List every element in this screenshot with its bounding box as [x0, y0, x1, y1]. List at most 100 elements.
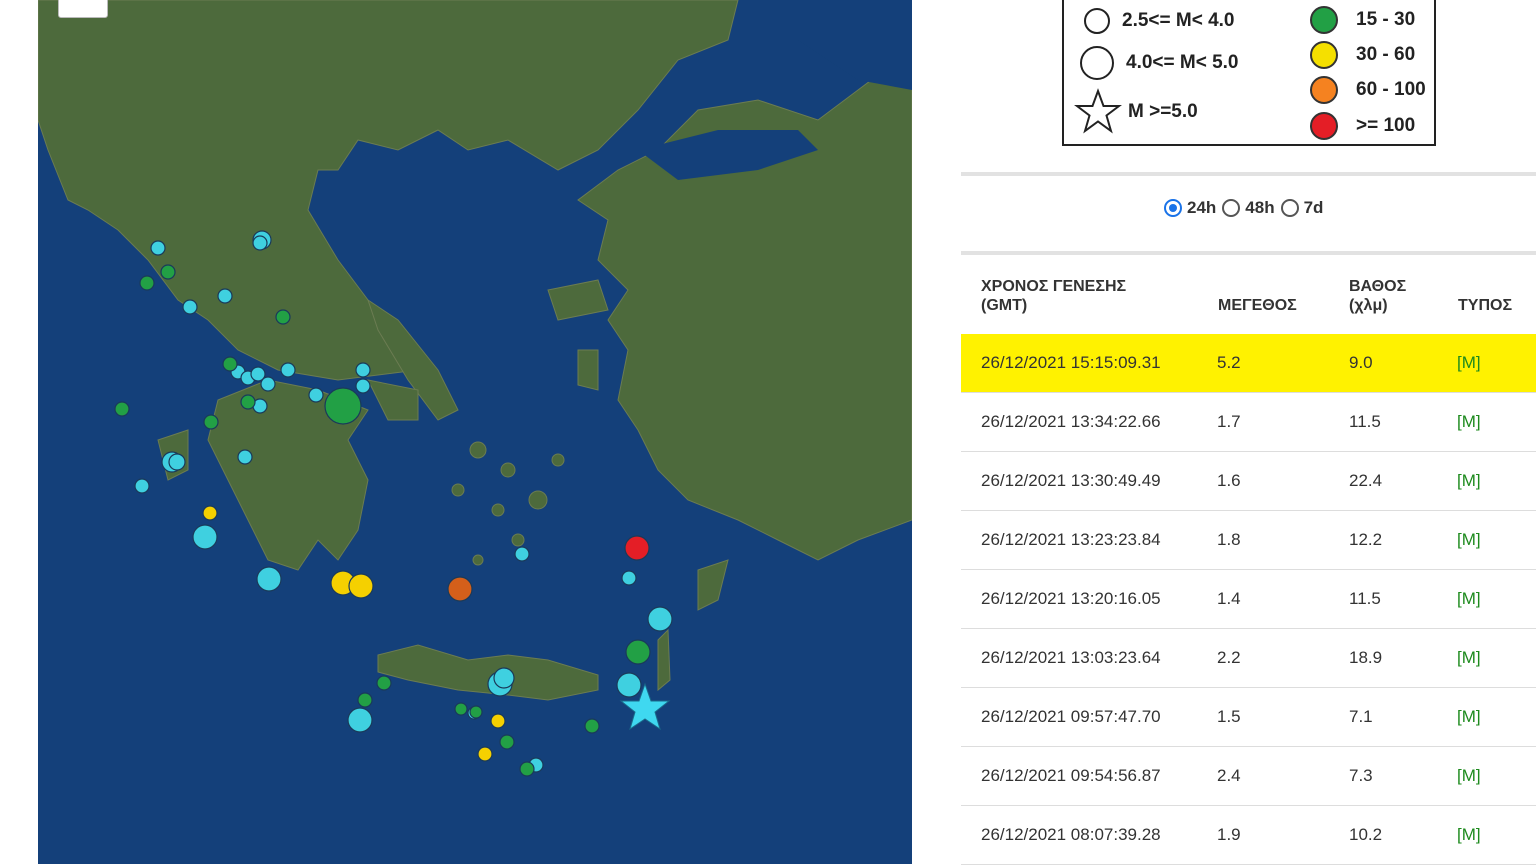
cell-type[interactable]: [M] — [1457, 747, 1481, 805]
radio-48h[interactable]: 48h — [1222, 198, 1275, 218]
table-row[interactable]: 26/12/2021 13:30:49.49 1.6 22.4 [M] — [961, 452, 1536, 511]
cell-time: 26/12/2021 13:30:49.49 — [981, 471, 1161, 490]
legend-label: 2.5<= M< 4.0 — [1122, 10, 1235, 31]
cell-type[interactable]: [M] — [1457, 629, 1481, 687]
quake-marker[interactable] — [203, 414, 219, 430]
legend-label: 4.0<= M< 5.0 — [1126, 52, 1239, 73]
map-canvas[interactable] — [38, 0, 912, 864]
quake-marker[interactable] — [192, 524, 218, 550]
cell-type[interactable]: [M] — [1457, 393, 1481, 451]
cell-type[interactable]: [M] — [1457, 511, 1481, 569]
quake-marker[interactable] — [240, 394, 256, 410]
cell-type[interactable]: [M] — [1457, 452, 1481, 510]
divider — [961, 172, 1536, 176]
cell-type[interactable]: [M] — [1457, 570, 1481, 628]
table-header: ΧΡΟΝΟΣ ΓΕΝΕΣΗΣ (GMT) ΜΕΓΕΘΟΣ ΒΑΘΟΣ (χλμ)… — [961, 256, 1536, 334]
quake-marker[interactable] — [280, 362, 296, 378]
quake-marker[interactable] — [355, 378, 371, 394]
quake-marker[interactable] — [252, 235, 268, 251]
quake-marker[interactable] — [616, 672, 642, 698]
cell-depth: 12.2 — [1349, 530, 1383, 549]
quake-marker[interactable] — [260, 376, 276, 392]
cell-type[interactable]: [M] — [1457, 806, 1481, 864]
header-type[interactable]: ΤΥΠΟΣ — [1458, 296, 1512, 315]
quake-marker[interactable] — [454, 702, 468, 716]
quake-marker[interactable] — [514, 546, 530, 562]
quake-marker[interactable] — [447, 576, 473, 602]
radio-unchecked-icon[interactable] — [1280, 199, 1299, 217]
radio-checked-icon[interactable] — [1164, 199, 1182, 217]
table-row[interactable]: 26/12/2021 09:54:56.87 2.4 7.3 [M] — [961, 747, 1536, 806]
cell-depth: 22.4 — [1349, 471, 1383, 490]
radio-7d[interactable]: 7d — [1280, 198, 1323, 218]
quake-marker[interactable] — [134, 478, 150, 494]
quake-marker[interactable] — [621, 570, 637, 586]
quake-marker[interactable] — [490, 713, 506, 729]
table-row[interactable]: 26/12/2021 08:07:39.28 1.9 10.2 [M] — [961, 806, 1536, 865]
quake-marker[interactable] — [348, 573, 374, 599]
map-legend: 2.5<= M< 4.0 4.0<= M< 5.0 M >=5.0 15 - 3… — [1062, 0, 1436, 146]
quake-marker[interactable] — [237, 449, 253, 465]
quake-marker[interactable] — [308, 387, 324, 403]
seismic-map[interactable] — [38, 0, 912, 864]
cell-time: 26/12/2021 09:57:47.70 — [981, 707, 1161, 726]
cell-magnitude: 1.5 — [1217, 707, 1241, 726]
table-row[interactable]: 26/12/2021 15:15:09.31 5.2 9.0 [M] — [961, 334, 1536, 393]
radio-unchecked-icon[interactable] — [1222, 199, 1241, 217]
quake-marker[interactable] — [647, 606, 673, 632]
map-control-button[interactable] — [58, 0, 108, 18]
quake-marker[interactable] — [217, 288, 233, 304]
orange-dot-icon — [1310, 76, 1338, 104]
quake-marker[interactable] — [584, 718, 600, 734]
cell-magnitude: 1.6 — [1217, 471, 1241, 490]
quake-marker[interactable] — [499, 734, 515, 750]
quake-marker[interactable] — [222, 356, 238, 372]
time-filter[interactable]: 24h 48h 7d — [1164, 198, 1329, 218]
cell-magnitude: 2.2 — [1217, 648, 1241, 667]
quake-marker[interactable] — [256, 566, 282, 592]
table-row[interactable]: 26/12/2021 13:03:23.64 2.2 18.9 [M] — [961, 629, 1536, 688]
header-text: ΤΥΠΟΣ — [1458, 297, 1513, 314]
header-magnitude[interactable]: ΜΕΓΕΘΟΣ — [1218, 296, 1297, 315]
quake-marker[interactable] — [519, 761, 535, 777]
header-text: ΒΑΘΟΣ — [1349, 278, 1407, 295]
radio-label: 48h — [1245, 198, 1275, 217]
table-row[interactable]: 26/12/2021 13:23:23.84 1.8 12.2 [M] — [961, 511, 1536, 570]
cell-type[interactable]: [M] — [1457, 688, 1481, 746]
cell-magnitude: 1.9 — [1217, 825, 1241, 844]
cell-type[interactable]: [M] — [1457, 334, 1481, 392]
table-row[interactable]: 26/12/2021 13:20:16.05 1.4 11.5 [M] — [961, 570, 1536, 629]
quake-marker[interactable] — [324, 387, 362, 425]
quake-marker[interactable] — [355, 362, 371, 378]
star-outline-icon — [1074, 88, 1122, 134]
quake-marker[interactable] — [357, 692, 373, 708]
quake-marker[interactable] — [139, 275, 155, 291]
earthquake-table: ΧΡΟΝΟΣ ΓΕΝΕΣΗΣ (GMT) ΜΕΓΕΘΟΣ ΒΑΘΟΣ (χλμ)… — [961, 256, 1536, 865]
table-row[interactable]: 26/12/2021 09:57:47.70 1.5 7.1 [M] — [961, 688, 1536, 747]
cell-time: 26/12/2021 15:15:09.31 — [981, 353, 1161, 372]
quake-marker[interactable] — [168, 453, 186, 471]
yellow-dot-icon — [1310, 41, 1338, 69]
quake-marker[interactable] — [624, 535, 650, 561]
radio-24h[interactable]: 24h — [1164, 198, 1216, 218]
quake-marker[interactable] — [493, 667, 515, 689]
quake-marker[interactable] — [376, 675, 392, 691]
header-depth[interactable]: ΒΑΘΟΣ (χλμ) — [1349, 277, 1406, 315]
quake-marker[interactable] — [469, 705, 483, 719]
quake-marker[interactable] — [625, 639, 651, 665]
cell-magnitude: 1.4 — [1217, 589, 1241, 608]
quake-marker[interactable] — [477, 746, 493, 762]
cell-depth: 11.5 — [1349, 412, 1381, 431]
legend-magnitude-medium: 4.0<= M< 5.0 — [1078, 46, 1239, 80]
quake-marker[interactable] — [114, 401, 130, 417]
quake-marker[interactable] — [150, 240, 166, 256]
legend-label: >= 100 — [1356, 115, 1416, 136]
quake-marker[interactable] — [275, 309, 291, 325]
table-row[interactable]: 26/12/2021 13:34:22.66 1.7 11.5 [M] — [961, 393, 1536, 452]
quake-marker[interactable] — [160, 264, 176, 280]
quake-marker[interactable] — [202, 505, 218, 521]
quake-marker[interactable] — [182, 299, 198, 315]
header-time[interactable]: ΧΡΟΝΟΣ ΓΕΝΕΣΗΣ (GMT) — [981, 277, 1126, 315]
quake-marker[interactable] — [347, 707, 373, 733]
small-circle-icon — [1084, 8, 1110, 34]
